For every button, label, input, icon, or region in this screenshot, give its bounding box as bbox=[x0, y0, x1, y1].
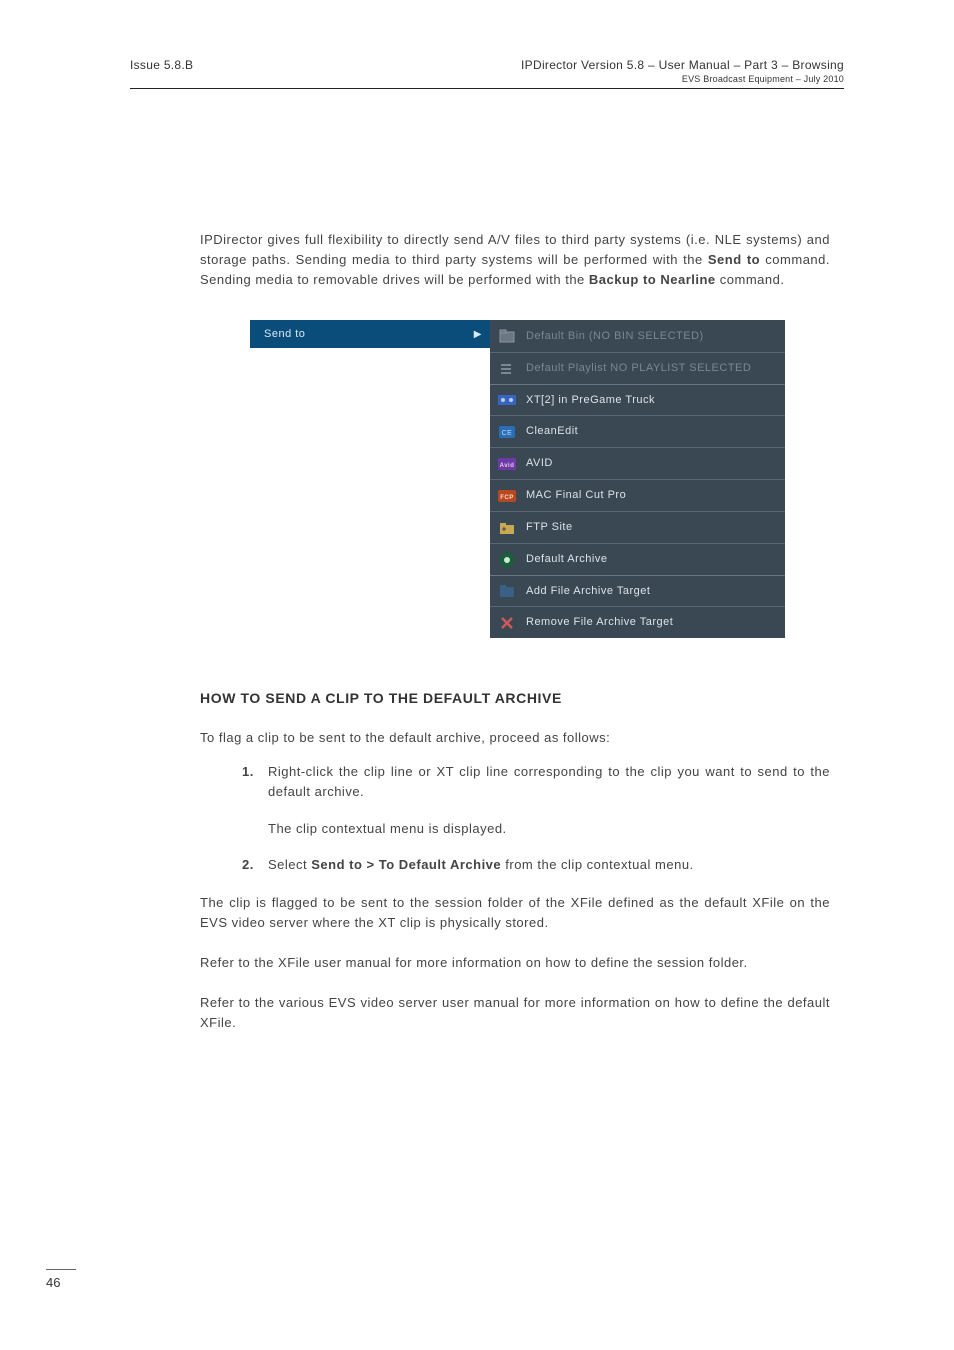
cleanedit-icon: CE bbox=[498, 424, 516, 440]
submenu-panel: Default Bin (NO BIN SELECTED) Default Pl… bbox=[490, 320, 785, 638]
step-body: Right-click the clip line or XT clip lin… bbox=[268, 762, 830, 802]
evs-ref-paragraph: Refer to the various EVS video server us… bbox=[200, 993, 830, 1033]
step-body: Select Send to > To Default Archive from… bbox=[268, 855, 830, 875]
menu-item-cleanedit[interactable]: CE CleanEdit bbox=[490, 415, 785, 447]
doc-title: IPDirector Version 5.8 – User Manual – P… bbox=[521, 58, 844, 72]
menu-item-default-archive[interactable]: Default Archive bbox=[490, 543, 785, 575]
menu-send-to[interactable]: Send to ▶ bbox=[250, 320, 490, 348]
avid-icon: Avid bbox=[498, 456, 516, 472]
menu-item-label: FTP Site bbox=[526, 519, 573, 536]
ftp-icon bbox=[498, 520, 516, 536]
step-2: 2. Select Send to > To Default Archive f… bbox=[242, 855, 830, 875]
bin-icon bbox=[498, 328, 516, 344]
step-command: Send to > To Default Archive bbox=[311, 857, 501, 872]
step-list: 1. Right-click the clip line or XT clip … bbox=[242, 762, 830, 875]
remove-icon bbox=[498, 615, 516, 631]
svg-text:CE: CE bbox=[502, 430, 513, 437]
menu-item-label: AVID bbox=[526, 455, 553, 472]
fcp-icon: FCP bbox=[498, 488, 516, 504]
menu-item-ftp[interactable]: FTP Site bbox=[490, 511, 785, 543]
menu-item-label: Default Archive bbox=[526, 551, 607, 568]
menu-item-remove-archive[interactable]: Remove File Archive Target bbox=[490, 606, 785, 638]
intro-paragraph: IPDirector gives full flexibility to dir… bbox=[200, 230, 830, 290]
xt-icon bbox=[498, 392, 516, 408]
step-text-a: Select bbox=[268, 857, 311, 872]
page-header: Issue 5.8.B IPDirector Version 5.8 – Use… bbox=[130, 58, 844, 84]
procedure-intro: To flag a clip to be sent to the default… bbox=[200, 728, 830, 748]
header-right: IPDirector Version 5.8 – User Manual – P… bbox=[521, 58, 844, 84]
submenu-arrow-icon: ▶ bbox=[474, 327, 482, 343]
archive-icon bbox=[498, 552, 516, 568]
step-1-result: The clip contextual menu is displayed. bbox=[268, 819, 830, 839]
add-target-icon bbox=[498, 583, 516, 599]
page-number-rule bbox=[46, 1269, 76, 1270]
subsection-heading: HOW TO SEND A CLIP TO THE DEFAULT ARCHIV… bbox=[200, 688, 830, 710]
menu-item-default-bin: Default Bin (NO BIN SELECTED) bbox=[490, 320, 785, 352]
menu-item-label: Default Bin (NO BIN SELECTED) bbox=[526, 328, 704, 345]
menu-item-xt2[interactable]: XT[2] in PreGame Truck bbox=[490, 384, 785, 415]
header-rule bbox=[130, 88, 844, 89]
svg-text:FCP: FCP bbox=[500, 495, 514, 501]
intro-text-c: command. bbox=[716, 272, 785, 287]
playlist-icon bbox=[498, 361, 516, 377]
issue-version: Issue 5.8.B bbox=[130, 58, 193, 84]
menu-item-label: Remove File Archive Target bbox=[526, 614, 673, 631]
menu-item-default-playlist: Default Playlist NO PLAYLIST SELECTED bbox=[490, 352, 785, 384]
menu-item-label: CleanEdit bbox=[526, 423, 578, 440]
menu-item-label: Default Playlist NO PLAYLIST SELECTED bbox=[526, 360, 751, 377]
page-number: 46 bbox=[46, 1275, 60, 1290]
svg-text:Avid: Avid bbox=[500, 463, 515, 469]
step-text-b: from the clip contextual menu. bbox=[501, 857, 694, 872]
menu-item-avid[interactable]: Avid AVID bbox=[490, 447, 785, 479]
step-number: 1. bbox=[242, 762, 268, 802]
xfile-ref-paragraph: Refer to the XFile user manual for more … bbox=[200, 953, 830, 973]
context-menu-screenshot: Send to ▶ Default Bin (NO BIN SELECTED) … bbox=[250, 320, 785, 638]
menu-item-label: MAC Final Cut Pro bbox=[526, 487, 626, 504]
menu-item-add-archive[interactable]: Add File Archive Target bbox=[490, 575, 785, 606]
menu-item-label: Add File Archive Target bbox=[526, 583, 650, 600]
step-1: 1. Right-click the clip line or XT clip … bbox=[242, 762, 830, 802]
menu-send-to-label: Send to bbox=[264, 326, 305, 343]
backup-label: Backup to Nearline bbox=[589, 272, 716, 287]
menu-item-fcp[interactable]: FCP MAC Final Cut Pro bbox=[490, 479, 785, 511]
doc-subtitle: EVS Broadcast Equipment – July 2010 bbox=[521, 74, 844, 84]
result-paragraph: The clip is flagged to be sent to the se… bbox=[200, 893, 830, 933]
page-content: IPDirector gives full flexibility to dir… bbox=[200, 230, 830, 1054]
menu-item-label: XT[2] in PreGame Truck bbox=[526, 392, 655, 409]
step-number: 2. bbox=[242, 855, 268, 875]
send-to-label: Send to bbox=[708, 252, 760, 267]
